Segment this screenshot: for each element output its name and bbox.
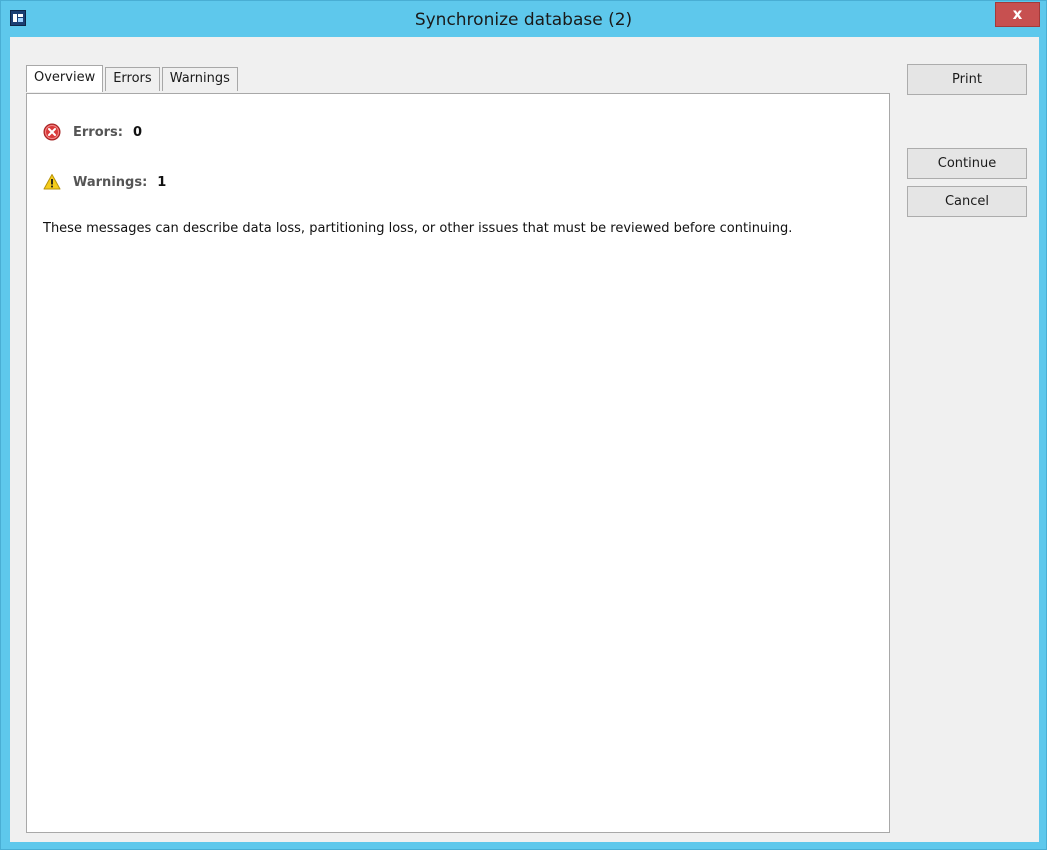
tab-strip: Overview Errors Warnings	[26, 65, 240, 92]
tab-overview[interactable]: Overview	[26, 65, 104, 92]
warnings-count: 1	[157, 174, 167, 190]
window-title: Synchronize database (2)	[414, 10, 633, 30]
tab-warnings[interactable]: Warnings	[161, 67, 238, 91]
close-icon: x	[1012, 5, 1023, 23]
print-button[interactable]: Print	[907, 64, 1027, 95]
continue-button[interactable]: Continue	[907, 148, 1027, 179]
errors-summary: Errors: 0	[43, 123, 142, 141]
title-bar[interactable]: Synchronize database (2) x	[1, 1, 1046, 39]
error-icon	[43, 123, 61, 141]
warning-icon	[43, 173, 61, 191]
overview-panel: Errors: 0 Warnings: 1 These messages can…	[26, 93, 890, 833]
dialog-client-area: Overview Errors Warnings Errors: 0 Warni…	[10, 37, 1039, 842]
warnings-label: Warnings:	[73, 174, 148, 190]
errors-label: Errors:	[73, 124, 123, 140]
dialog-window: Synchronize database (2) x Overview Erro…	[0, 0, 1047, 850]
errors-count: 0	[132, 124, 143, 140]
tab-errors[interactable]: Errors	[105, 67, 160, 91]
overview-message: These messages can describe data loss, p…	[43, 221, 793, 236]
close-button[interactable]: x	[995, 2, 1040, 27]
cancel-button[interactable]: Cancel	[907, 186, 1027, 217]
warnings-summary: Warnings: 1	[43, 173, 166, 191]
